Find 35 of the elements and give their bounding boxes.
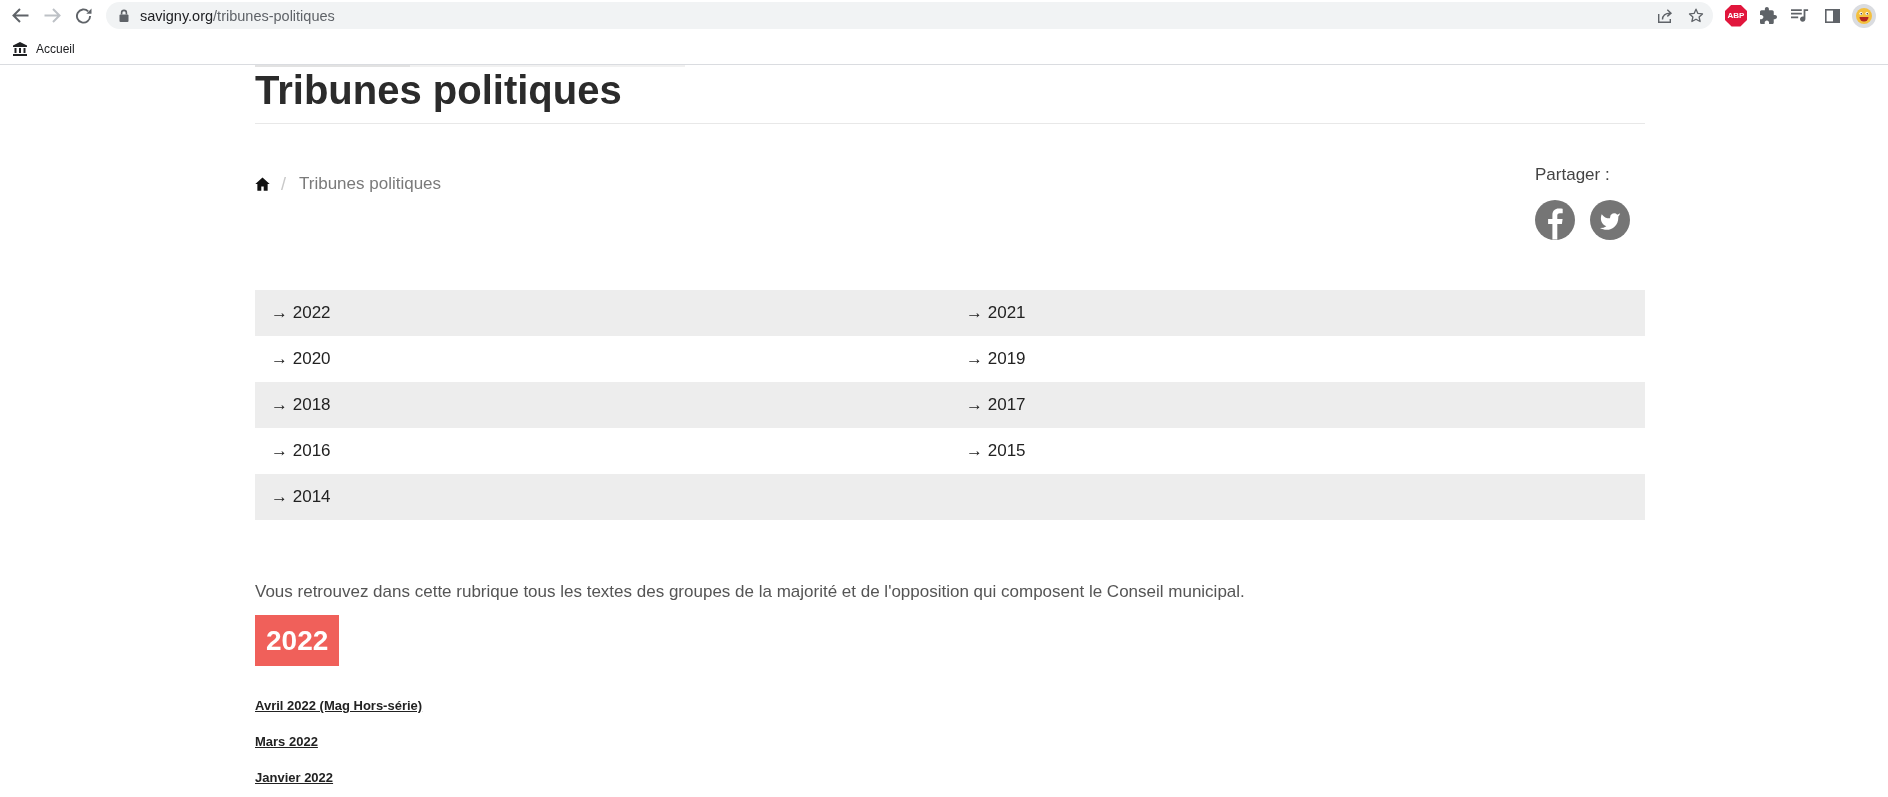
breadcrumb-separator: / [281, 173, 286, 196]
year-link[interactable]: → 2021 [966, 302, 1026, 324]
side-panel-icon[interactable] [1824, 8, 1840, 23]
month-link[interactable]: Avril 2022 (Mag Hors-série) [255, 697, 423, 715]
page-title: Tribunes politiques [255, 70, 622, 110]
extension-button[interactable]: ABP [1725, 4, 1747, 27]
intro-text: Vous retrouvez dans cette rubrique tous les textes des groupes de la majorité et de l'opposition qui composent le Conseil municipal. [255, 581, 1245, 603]
month-link[interactable]: Janvier 2022 [255, 769, 334, 787]
reload-icon[interactable] [76, 7, 92, 24]
year-link[interactable]: → 2022 [271, 302, 331, 324]
facebook-icon[interactable] [1535, 200, 1575, 240]
home-icon[interactable] [255, 177, 270, 191]
lock-icon[interactable] [119, 9, 129, 22]
puzzle-icon[interactable] [1759, 7, 1777, 24]
share-icon[interactable] [1657, 7, 1673, 24]
year-link[interactable]: → 2017 [966, 394, 1026, 416]
year-link[interactable]: → 2016 [271, 440, 331, 462]
year-link[interactable]: → 2018 [271, 394, 331, 416]
year-link[interactable]: → 2015 [966, 440, 1026, 462]
year-heading: 2022 [255, 615, 340, 666]
emoji-avatar-icon[interactable] [1852, 3, 1876, 28]
year-link[interactable]: → 2014 [271, 486, 331, 508]
bank-icon [12, 40, 28, 57]
back-icon[interactable] [11, 8, 29, 23]
breadcrumb-current: Tribunes politiques [299, 173, 442, 195]
url-text[interactable]: savigny.org/tribunes-politiques [140, 5, 335, 26]
year-link[interactable]: → 2020 [271, 348, 331, 370]
share-label: Partager : [1535, 164, 1610, 186]
address-bar[interactable]: savigny.org/tribunes-politiques [106, 2, 1713, 29]
star-icon[interactable] [1688, 7, 1704, 24]
year-link[interactable]: → 2019 [966, 348, 1026, 370]
month-link[interactable]: Mars 2022 [255, 733, 318, 751]
music-queue-icon[interactable] [1791, 8, 1809, 23]
twitter-icon[interactable] [1590, 200, 1630, 240]
bookmark-button[interactable]: Accueil [12, 40, 75, 57]
